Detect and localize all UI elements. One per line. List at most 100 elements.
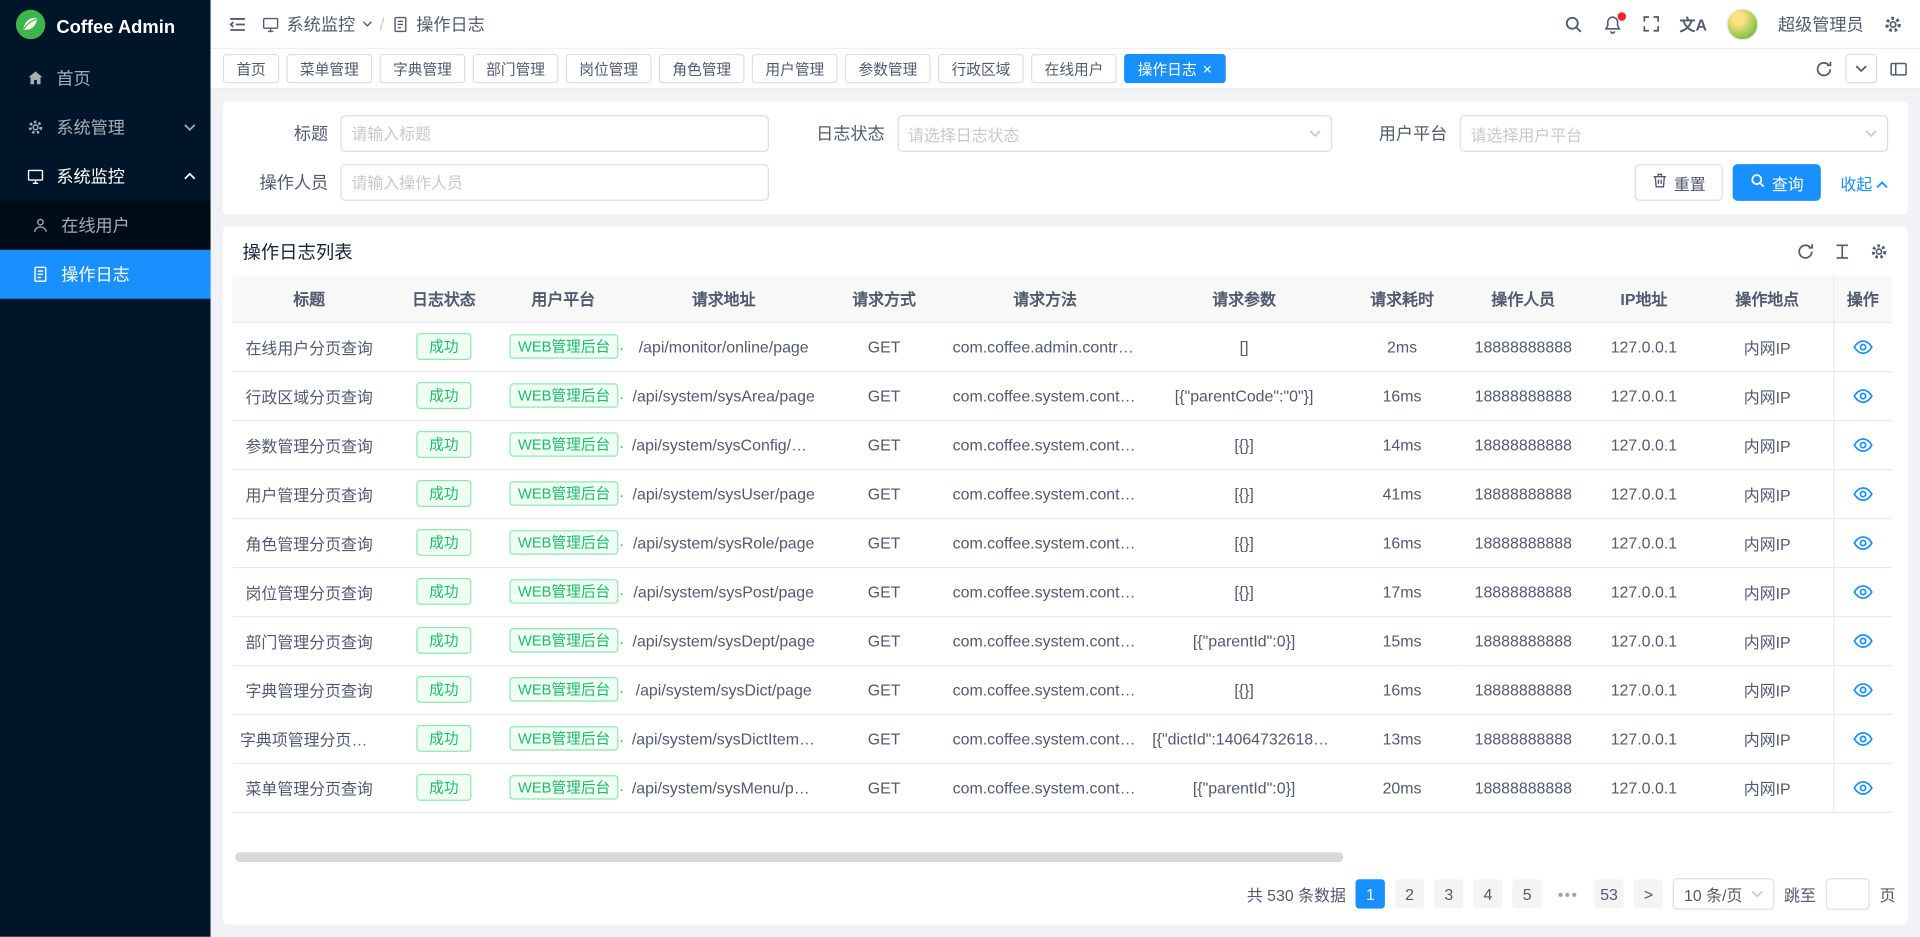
table-row: 部门管理分页查询成功WEB管理后台/api/system/sysDept/pag… [233,616,1892,665]
breadcrumb-item-operation-log: 操作日志 [416,12,485,36]
jump-page-input[interactable] [1826,878,1870,910]
tab-item[interactable]: 字典管理 [380,54,466,83]
sidebar-item-label: 在线用户 [61,213,130,237]
view-detail-eye-icon[interactable] [1852,532,1873,553]
tab-item[interactable]: 在线用户 [1031,54,1117,83]
system-monitor-submenu: 在线用户 操作日志 [0,201,211,299]
cell-handler: com.coffee.system.controlle... [945,714,1145,763]
collapse-filter-link[interactable]: 收起 [1840,171,1888,194]
translate-icon[interactable]: 文A [1680,12,1707,35]
tab-label: 角色管理 [672,58,731,79]
status-filter-select[interactable]: 请选择日志状态 [897,115,1332,152]
cell-method: GET [823,567,945,616]
view-detail-eye-icon[interactable] [1852,728,1873,749]
view-detail-eye-icon[interactable] [1852,483,1873,504]
page-button[interactable]: 53 [1594,879,1624,908]
cell-ip: 127.0.0.1 [1586,322,1702,371]
cell-location: 内网IP [1702,616,1833,665]
tab-item[interactable]: 部门管理 [473,54,559,83]
platform-filter-select[interactable]: 请选择用户平台 [1460,115,1889,152]
cell-platform: WEB管理后台 [502,420,624,469]
user-icon [32,217,49,234]
tab-item[interactable]: 首页 [223,54,279,83]
tab-item[interactable]: 用户管理 [752,54,838,83]
tab-item[interactable]: 菜单管理 [287,54,373,83]
page-button[interactable]: 1 [1356,879,1385,908]
table-row: 行政区域分页查询成功WEB管理后台/api/system/sysArea/pag… [233,371,1892,420]
tab-close-icon[interactable]: × [1203,61,1212,77]
content-fullscreen-icon[interactable] [1889,59,1907,77]
tab-item[interactable]: 岗位管理 [566,54,652,83]
page-button[interactable]: 3 [1434,879,1463,908]
platform-badge: WEB管理后台 [509,481,618,505]
avatar[interactable] [1727,8,1759,40]
page-button[interactable]: 4 [1473,879,1502,908]
operator-filter-input[interactable] [340,164,769,201]
bell-icon[interactable] [1602,14,1622,34]
sidebar-item-online-users[interactable]: 在线用户 [0,201,211,250]
cell-status: 成功 [386,763,502,812]
refresh-tabs-icon[interactable] [1815,59,1833,77]
log-table-card: 操作日志列表 标题日志状态用户平台请求地址请求方式请求方法请求参数请求耗时操作人… [223,227,1908,925]
cell-location: 内网IP [1702,763,1833,812]
page-content: 标题 日志状态 请选择日志状态 用户平台 请选择用户平台 [211,89,1920,936]
cell-operator: 18888888888 [1461,567,1586,616]
cell-status: 成功 [386,567,502,616]
collapse-sidebar-icon[interactable] [228,14,248,34]
search-button[interactable]: 查询 [1733,164,1821,201]
username[interactable]: 超级管理员 [1778,12,1864,36]
filter-row-1: 标题 日志状态 请选择日志状态 用户平台 请选择用户平台 [242,115,1888,152]
scrollbar-thumb[interactable] [235,852,1343,862]
page-button[interactable]: 2 [1395,879,1424,908]
tab-label: 字典管理 [393,58,452,79]
cell-method: GET [823,469,945,518]
cell-action [1833,714,1892,763]
tab-list: 首页菜单管理字典管理部门管理岗位管理角色管理用户管理参数管理行政区域在线用户操作… [223,54,1803,83]
search-icon[interactable] [1563,14,1583,34]
cell-action [1833,567,1892,616]
column-header: 操作 [1833,276,1892,323]
cell-params: [] [1145,322,1343,371]
page-button[interactable]: 5 [1512,879,1541,908]
next-page-button[interactable]: > [1634,879,1663,908]
fullscreen-icon[interactable] [1642,15,1660,33]
title-filter-input[interactable] [340,115,769,152]
sidebar-menu: 首页 系统管理 系统监控 在线用户 操作日志 [0,54,211,299]
view-detail-eye-icon[interactable] [1852,630,1873,651]
page-size-select[interactable]: 10 条/页 [1673,878,1774,910]
tab-item[interactable]: 参数管理 [845,54,931,83]
sidebar-item-home[interactable]: 首页 [0,54,211,103]
cell-action [1833,518,1892,567]
column-settings-gear-icon[interactable] [1870,242,1888,260]
view-detail-eye-icon[interactable] [1852,679,1873,700]
table-row: 在线用户分页查询成功WEB管理后台/api/monitor/online/pag… [233,322,1892,371]
settings-gear-icon[interactable] [1883,14,1903,34]
view-detail-eye-icon[interactable] [1852,336,1873,357]
topbar: 系统监控 / 操作日志 文A 超级管理员 [211,0,1920,49]
cell-url: /api/system/sysRole/page [624,518,822,567]
table-row: 岗位管理分页查询成功WEB管理后台/api/system/sysPost/pag… [233,567,1892,616]
status-badge: 成功 [417,431,471,458]
view-detail-eye-icon[interactable] [1852,581,1873,602]
view-detail-eye-icon[interactable] [1852,434,1873,455]
chevron-down-icon [184,124,196,131]
table-size-icon[interactable] [1833,242,1851,260]
tab-item[interactable]: 行政区域 [938,54,1024,83]
page-ellipsis[interactable]: ••• [1552,879,1585,908]
view-detail-eye-icon[interactable] [1852,777,1873,798]
tab-item[interactable]: 操作日志× [1124,54,1225,83]
tabs-dropdown[interactable] [1845,54,1877,83]
notification-dot [1617,12,1626,21]
tab-item[interactable]: 角色管理 [659,54,745,83]
tab-bar: 首页菜单管理字典管理部门管理岗位管理角色管理用户管理参数管理行政区域在线用户操作… [211,49,1920,89]
cell-params: [{"parentId":0}] [1145,616,1343,665]
sidebar-item-system-monitor[interactable]: 系统监控 [0,152,211,201]
cell-title: 用户管理分页查询 [233,469,386,518]
breadcrumb-item-system-monitor[interactable]: 系统监控 [287,12,356,36]
sidebar-item-system-management[interactable]: 系统管理 [0,103,211,152]
view-detail-eye-icon[interactable] [1852,385,1873,406]
sidebar-item-operation-log[interactable]: 操作日志 [0,250,211,299]
refresh-table-icon[interactable] [1796,242,1814,260]
app-logo[interactable]: Coffee Admin [0,0,211,54]
reset-button[interactable]: 重置 [1635,164,1723,201]
